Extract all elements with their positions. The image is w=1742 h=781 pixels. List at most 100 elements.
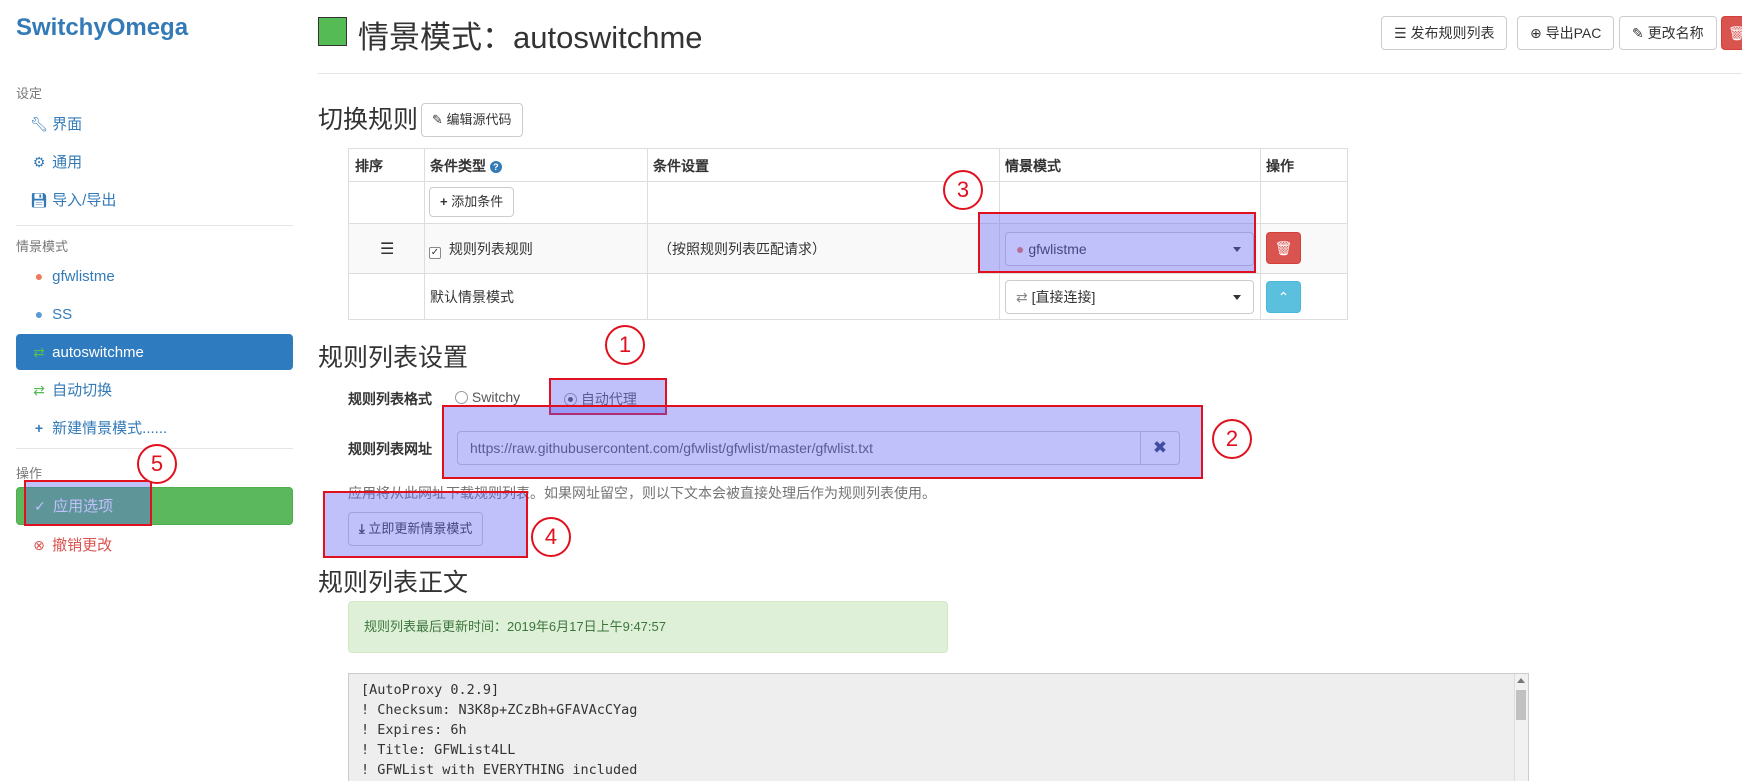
export-pac-label: 导出PAC — [1545, 25, 1602, 41]
scroll-thumb[interactable] — [1516, 690, 1526, 720]
export-pac-button[interactable]: ⊕ 导出PAC — [1517, 16, 1615, 50]
table-row-divider — [349, 181, 1347, 182]
col-header-condition-settings: 条件设置 — [653, 158, 709, 174]
globe-icon: ● — [34, 306, 44, 322]
switch-icon: ⇄ — [33, 344, 45, 360]
switch-icon: ⇄ — [33, 382, 45, 398]
col-header-condition-type: 条件类型 ? — [430, 156, 502, 176]
add-condition-label: 添加条件 — [451, 194, 504, 209]
callout-3: 3 — [943, 170, 983, 210]
publish-rule-list-button[interactable]: ☰ 发布规则列表 — [1381, 16, 1508, 50]
col-header-profile: 情景模式 — [1005, 158, 1061, 174]
sidebar-item-label: 自动切换 — [52, 382, 113, 399]
highlight-url-field — [442, 405, 1203, 479]
table-col-divider — [424, 149, 425, 319]
rename-button[interactable]: ✎ 更改名称 — [1619, 16, 1717, 50]
app-brand: SwitchyOmega — [16, 14, 189, 41]
plus-icon: + — [34, 420, 44, 436]
rule-list-format-label: 规则列表格式 — [348, 391, 432, 407]
sidebar-divider — [16, 225, 293, 226]
edit-icon: ✎ — [1632, 25, 1644, 41]
sidebar-item-gfwlistme[interactable]: ● gfwlistme — [16, 258, 293, 294]
sidebar-item-general[interactable]: ⚙ 通用 — [16, 144, 293, 180]
sidebar-item-label: 导入/导出 — [52, 192, 117, 209]
discard-changes-button[interactable]: ⊗ 撤销更改 — [16, 527, 293, 563]
rule-list-textarea[interactable]: [AutoProxy 0.2.9] ! Checksum: N3K8p+ZCzB… — [348, 673, 1529, 781]
rule-condition-details: （按照规则列表匹配请求） — [658, 241, 826, 257]
table-col-divider — [1260, 149, 1261, 319]
globe-icon: ● — [34, 268, 44, 284]
highlight-update-button — [323, 491, 528, 558]
table-col-divider — [647, 149, 648, 319]
sidebar-item-auto-switch[interactable]: ⇄ 自动切换 — [16, 372, 293, 408]
radio-switchy[interactable] — [455, 391, 468, 404]
highlight-profile-select — [978, 212, 1256, 273]
callout-2: 2 — [1212, 419, 1252, 459]
help-icon[interactable]: ? — [489, 161, 502, 173]
highlight-apply-button — [24, 480, 152, 526]
col-header-label: 条件类型 — [430, 158, 486, 174]
publish-label: 发布规则列表 — [1410, 25, 1495, 41]
chevron-down-icon — [1233, 295, 1241, 300]
default-profile-label: 默认情景模式 — [430, 289, 514, 305]
sidebar-item-label: gfwlistme — [52, 268, 115, 285]
callout-5: 5 — [137, 444, 177, 484]
col-header-order: 排序 — [355, 158, 383, 174]
switch-rules-title: 切换规则 — [318, 106, 419, 134]
col-header-actions: 操作 — [1266, 158, 1294, 174]
floppy-icon: 💾︎ — [30, 192, 48, 208]
page-title: 情景模式：autoswitchme — [358, 20, 703, 55]
edit-source-label: 编辑源代码 — [446, 112, 512, 127]
rule-list-content: [AutoProxy 0.2.9] ! Checksum: N3K8p+ZCzB… — [361, 682, 638, 778]
sidebar-item-interface[interactable]: 🔧︎ 界面 — [16, 106, 293, 142]
rule-enabled-checkbox[interactable]: ✓ — [429, 247, 441, 259]
format-option-switchy[interactable]: Switchy — [455, 389, 520, 405]
drag-handle-icon[interactable]: ☰ — [380, 239, 394, 259]
profiles-heading: 情景模式 — [16, 239, 69, 254]
list-icon: ☰ — [1394, 25, 1407, 41]
default-profile-value: [直接连接] — [1031, 289, 1096, 305]
wrench-icon: 🔧︎ — [30, 116, 48, 132]
rule-condition-type[interactable]: ✓ 规则列表规则 — [429, 239, 533, 259]
edit-icon: ✎ — [432, 112, 443, 127]
sidebar-item-label: 通用 — [52, 154, 83, 171]
trash-icon: 🗑︎ — [1728, 25, 1742, 41]
gear-icon: ⚙ — [32, 154, 46, 170]
delete-rule-button[interactable]: 🗑︎ — [1266, 232, 1301, 264]
switch-icon: ⇄ — [1016, 289, 1028, 305]
rename-label: 更改名称 — [1647, 25, 1704, 41]
sidebar-item-label: SS — [52, 306, 73, 323]
profile-color-swatch[interactable] — [318, 17, 347, 46]
close-circle-icon: ⊗ — [33, 537, 45, 553]
sidebar-item-import-export[interactable]: 💾︎ 导入/导出 — [16, 182, 293, 218]
format-option-label: Switchy — [471, 389, 521, 405]
move-up-button[interactable]: ⌃ — [1266, 281, 1301, 313]
sidebar-item-new-profile[interactable]: + 新建情景模式...... — [16, 410, 293, 446]
discard-label: 撤销更改 — [52, 537, 113, 554]
default-profile-select[interactable]: ⇄ [直接连接] — [1005, 280, 1254, 314]
header-divider — [318, 73, 1742, 74]
table-row-divider — [349, 273, 1347, 274]
delete-profile-button[interactable]: 🗑︎ — [1721, 16, 1742, 50]
rule-list-text-title: 规则列表正文 — [318, 569, 469, 597]
sidebar-item-autoswitchme[interactable]: ⇄ autoswitchme — [16, 334, 293, 370]
trash-icon: 🗑︎ — [1274, 240, 1293, 256]
edit-source-button[interactable]: ✎ 编辑源代码 — [421, 103, 523, 137]
textarea-scrollbar[interactable] — [1514, 674, 1528, 781]
sidebar-item-label: autoswitchme — [52, 344, 144, 361]
sidebar-item-ss[interactable]: ● SS — [16, 296, 293, 332]
plus-icon: + — [440, 194, 448, 209]
settings-heading: 设定 — [16, 86, 43, 101]
callout-1: 1 — [605, 325, 645, 365]
scroll-up-arrow-icon[interactable] — [1517, 678, 1525, 683]
callout-4: 4 — [531, 517, 571, 557]
add-condition-button[interactable]: + 添加条件 — [429, 187, 515, 217]
last-update-alert: 规则列表最后更新时间：2019年6月17日上午9:47:57 — [348, 601, 948, 653]
sidebar-item-label: 新建情景模式...... — [52, 420, 168, 437]
rule-list-url-label: 规则列表网址 — [348, 441, 432, 457]
sidebar-item-label: 界面 — [52, 116, 83, 133]
chevron-up-icon: ⌃ — [1277, 289, 1290, 305]
rule-type-label: 规则列表规则 — [448, 241, 533, 257]
download-icon: ⊕ — [1530, 25, 1542, 41]
rule-list-settings-title: 规则列表设置 — [318, 344, 469, 372]
